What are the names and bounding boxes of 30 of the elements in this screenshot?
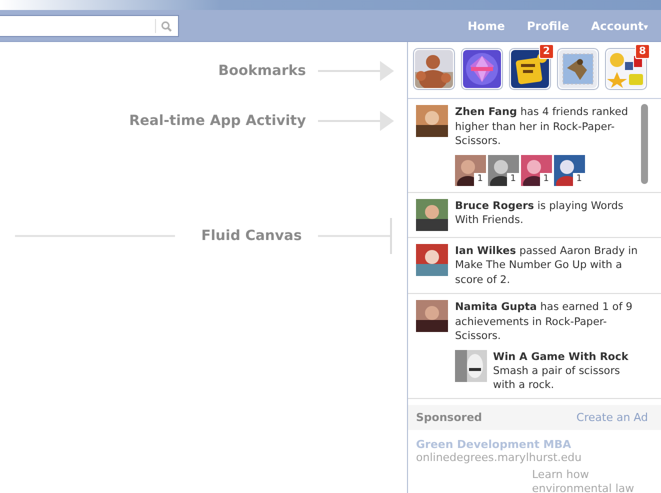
activity-text: Ian Wilkes passed Aaron Brady in Make The Number Go Up with a score of 2. bbox=[455, 244, 639, 287]
rank-label: 1 bbox=[540, 172, 552, 186]
nav-link[interactable]: Home bbox=[468, 18, 505, 32]
activity-text: Namita Gupta has earned 1 of 9 achievements in Rock-Paper-Scissors. bbox=[455, 300, 634, 344]
ad-url: onlinedegrees.marylhurst.edu bbox=[416, 450, 583, 464]
create-ad-link[interactable]: Create an Ad bbox=[576, 410, 648, 424]
gem-icon bbox=[463, 50, 501, 88]
activity-text: Zhen Fang has 4 friends ranked higher than her in Rock-Paper-Scissors. bbox=[455, 105, 629, 148]
nav-link[interactable]: Account▾ bbox=[591, 18, 648, 32]
ad-title[interactable]: Green Development MBA bbox=[416, 438, 653, 450]
nav-link[interactable]: Profile bbox=[526, 18, 570, 32]
bird-icon bbox=[559, 50, 597, 88]
activity-text: Bruce Rogers is playing Words With Friends. bbox=[455, 198, 624, 228]
bookmark-tile[interactable] bbox=[413, 48, 455, 90]
achievement-title: Win A Game With Rock bbox=[493, 350, 630, 364]
rank-label: 1 bbox=[474, 172, 486, 186]
sponsored-label: Sponsored bbox=[416, 410, 482, 424]
bookmark-tile[interactable] bbox=[461, 48, 503, 90]
annotation-label: Fluid Canvas bbox=[201, 228, 302, 244]
annotation-label: Real-time App Activity bbox=[129, 113, 306, 129]
notification-badge: 2 bbox=[539, 44, 554, 59]
bookmark-tile[interactable] bbox=[557, 48, 599, 90]
search-field[interactable] bbox=[0, 15, 179, 37]
rank-label: 1 bbox=[507, 172, 519, 186]
ad-text: Learn how environmental law bbox=[532, 468, 636, 493]
notification-badge: 8 bbox=[635, 44, 650, 59]
annotation-label: Bookmarks bbox=[218, 63, 306, 79]
achievement-description: Smash a pair of scissors with a rock. bbox=[493, 364, 622, 392]
rank-label: 1 bbox=[573, 172, 585, 186]
scrollbar[interactable] bbox=[641, 104, 648, 184]
